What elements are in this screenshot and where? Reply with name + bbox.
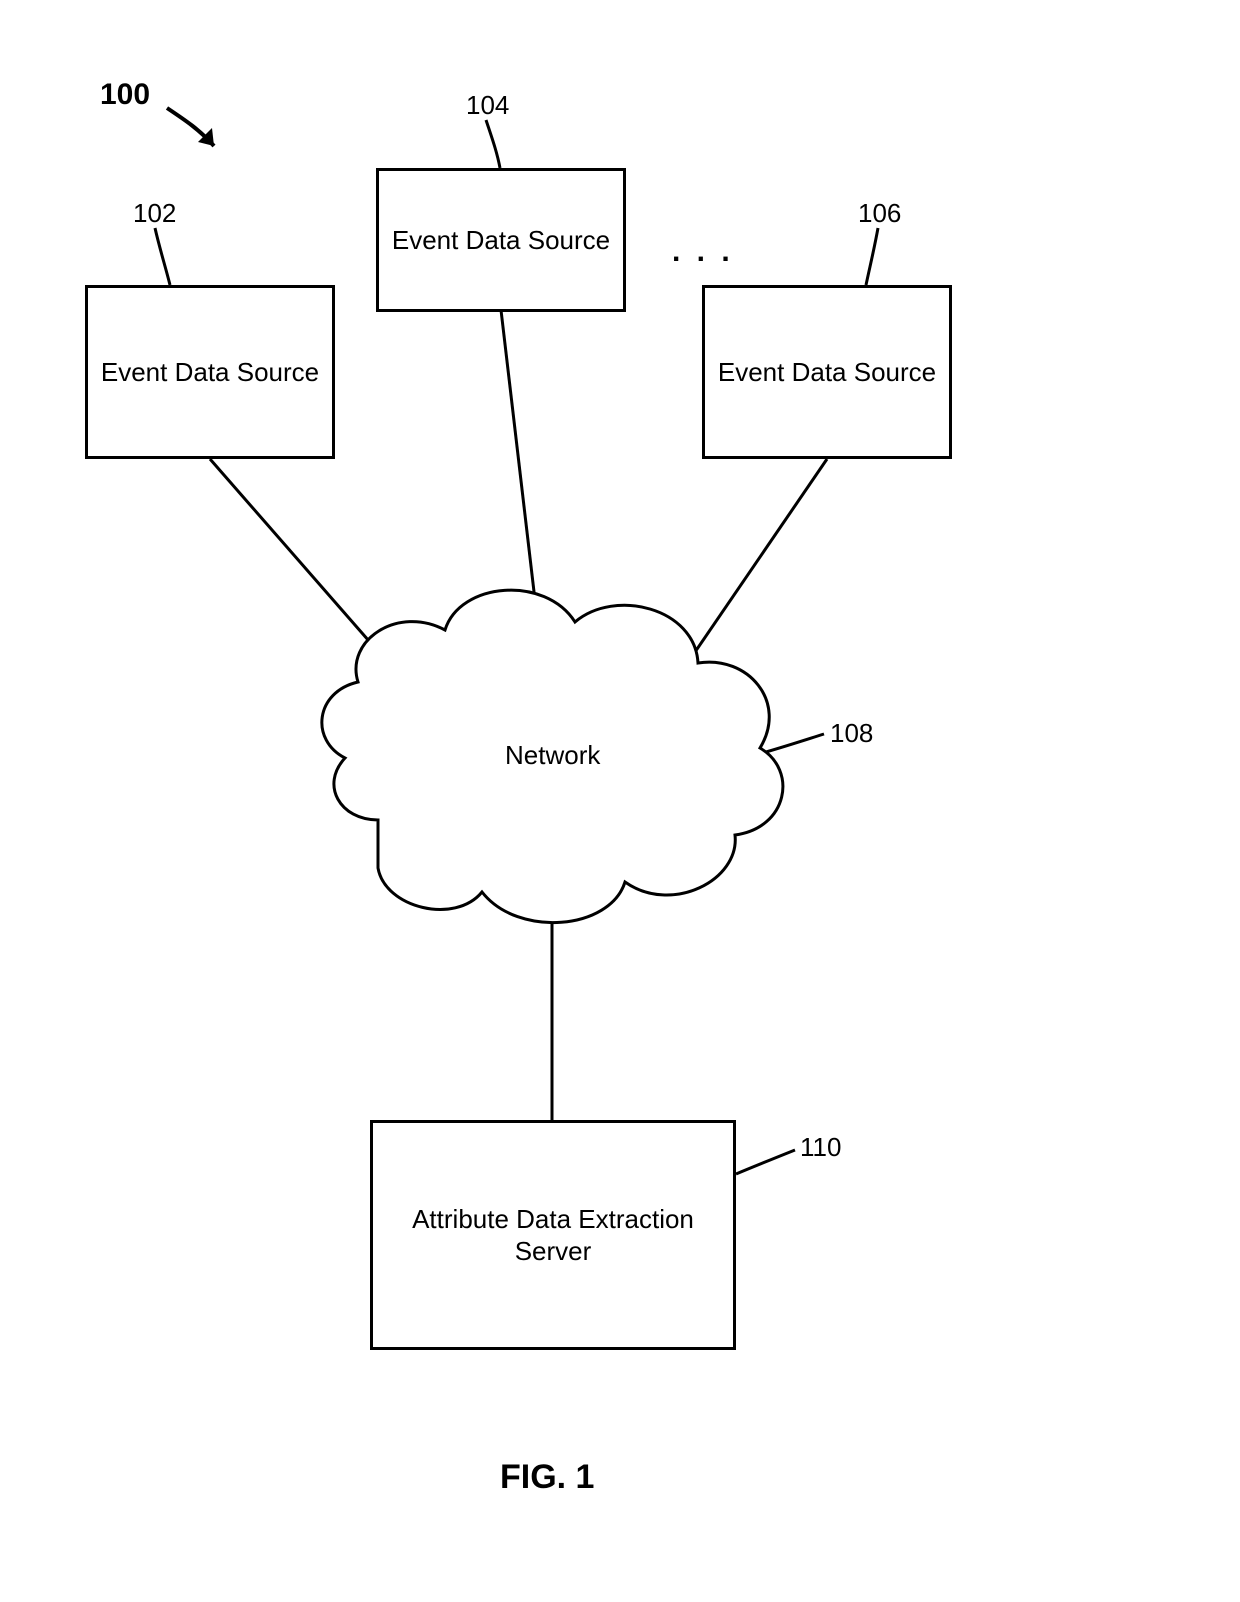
figure-1-diagram: 100 102 Event Data Source /* fix inline …: [0, 0, 1240, 1602]
ref-104: 104: [466, 90, 509, 121]
system-ref-label: 100: [100, 78, 150, 112]
event-data-source-106: Event Data Source: [702, 285, 952, 459]
ref-102: 102: [133, 198, 176, 229]
ref-108: 108: [830, 718, 873, 749]
network-label: Network: [505, 740, 600, 771]
event-data-source-104: Event Data Source: [376, 168, 626, 312]
ref-106: 106: [858, 198, 901, 229]
event-data-source-102-label: Event Data Source: [101, 356, 319, 389]
event-data-source-104-label: Event Data Source: [392, 224, 610, 257]
event-data-source-102: Event Data Source: [85, 285, 335, 459]
ellipsis: . . .: [672, 235, 734, 269]
event-data-source-106-label: Event Data Source: [718, 356, 936, 389]
ref-110: 110: [800, 1132, 841, 1163]
server-label: Attribute Data Extraction Server: [381, 1203, 725, 1268]
figure-caption: FIG. 1: [500, 1458, 594, 1497]
attribute-data-extraction-server: Attribute Data Extraction Server: [370, 1120, 736, 1350]
